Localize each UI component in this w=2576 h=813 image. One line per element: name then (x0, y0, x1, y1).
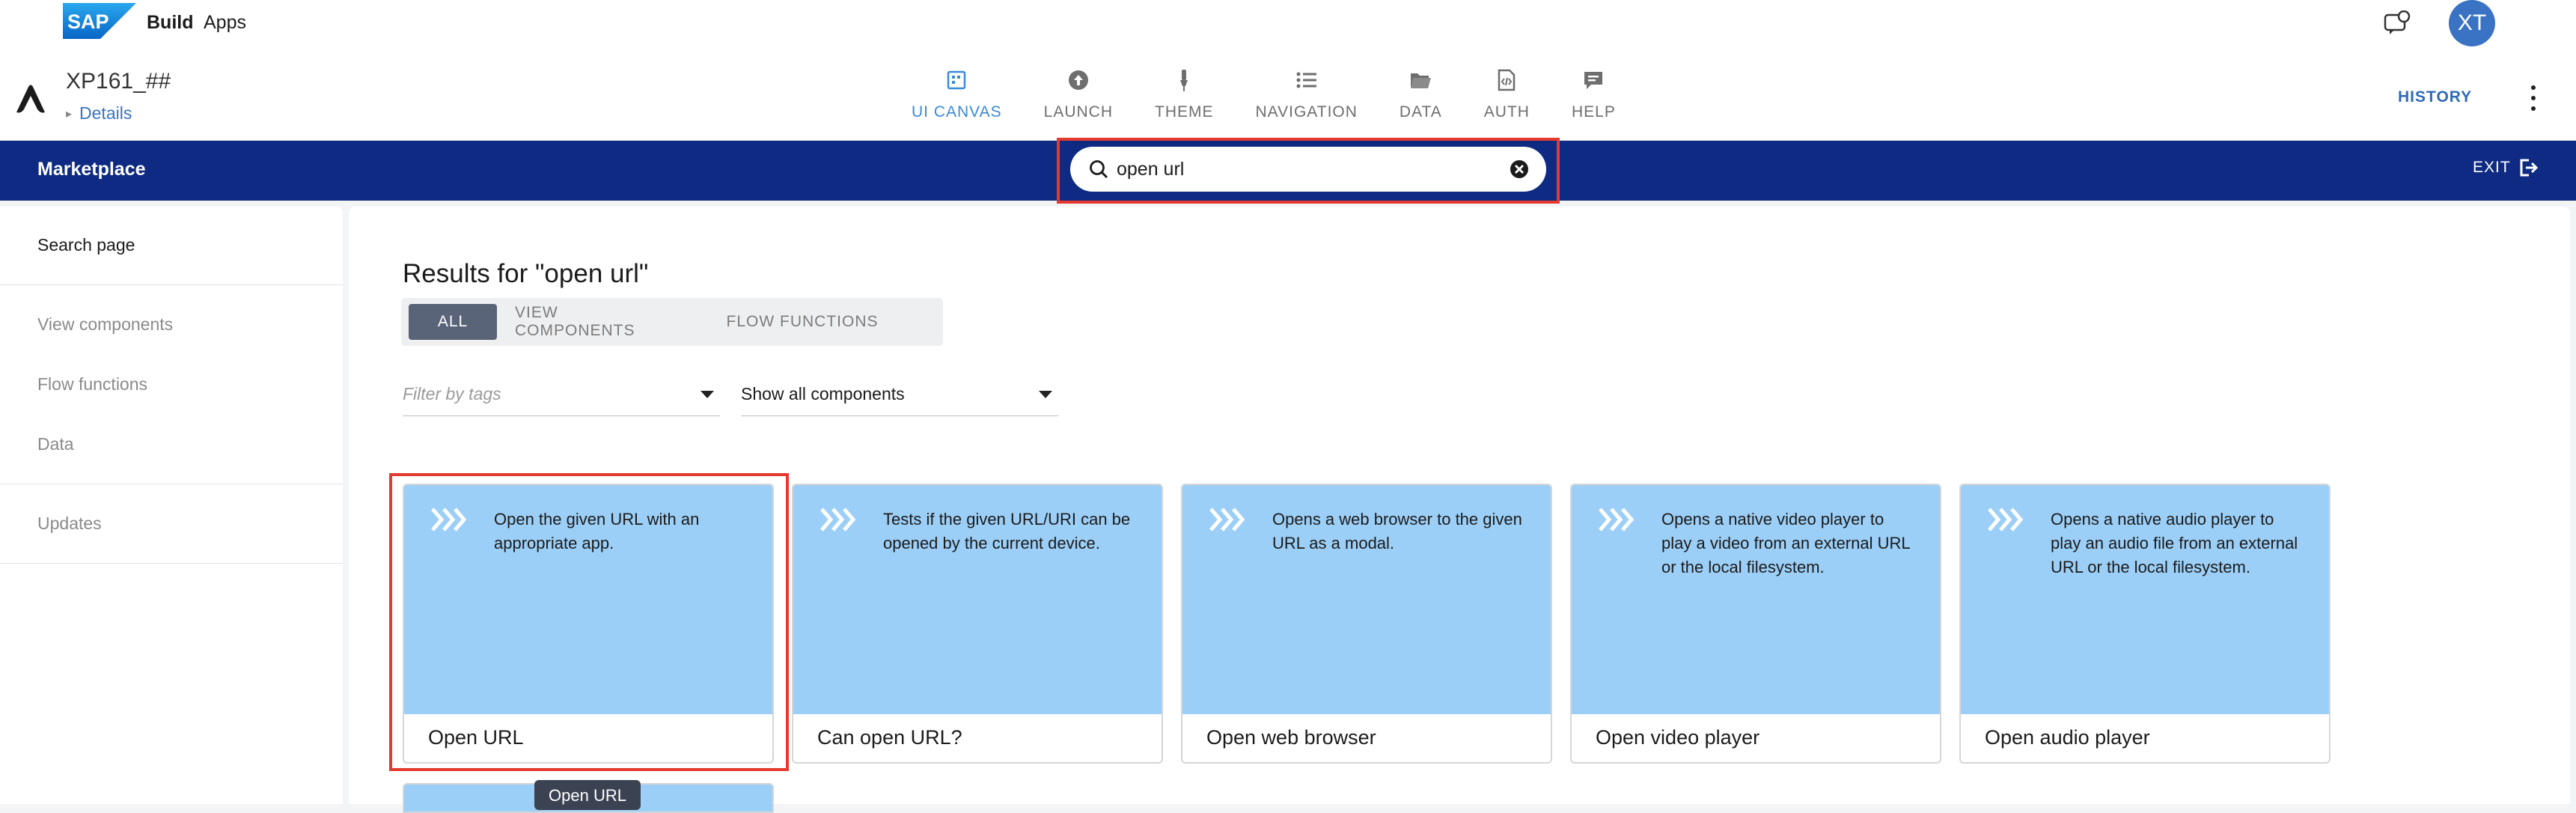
details-link[interactable]: ▸ Details (66, 103, 132, 124)
exit-icon (2520, 159, 2538, 177)
sidebar-item-flow-functions[interactable]: Flow functions (37, 374, 147, 395)
history-button[interactable]: HISTORY (2398, 88, 2472, 106)
card-description: Opens a native video player to play a vi… (1661, 510, 1910, 576)
marketplace-title: Marketplace (37, 159, 146, 180)
tab-all[interactable]: ALL (409, 304, 497, 340)
sidebar-item-data[interactable]: Data (37, 434, 74, 454)
card-title: Can open URL? (817, 726, 962, 749)
app-header: XP161_## ▸ Details UI CANVAS LAUNCH THEM… (0, 46, 2576, 141)
more-options-icon[interactable] (2528, 85, 2539, 111)
brush-icon (1180, 70, 1188, 91)
flow-function-icon (431, 508, 467, 532)
result-card-open-url[interactable]: Open the given URL with an appropriate a… (403, 484, 774, 764)
chevron-down-icon (701, 391, 714, 398)
card-preview: Opens a native video player to play a vi… (1572, 485, 1940, 714)
nav-label: AUTH (1483, 103, 1530, 121)
nav-label: LAUNCH (1043, 103, 1113, 121)
upload-icon (1068, 70, 1088, 90)
filter-tags-placeholder: Filter by tags (403, 384, 501, 404)
nav-launch[interactable]: LAUNCH (1023, 67, 1134, 121)
top-bar: SAP Build Apps XT (0, 0, 2576, 46)
card-title: Open video player (1596, 726, 1760, 749)
help-chat-icon (1584, 72, 1603, 89)
app-logo-icon (16, 85, 45, 113)
nav-label: HELP (1571, 103, 1616, 121)
nav-navigation[interactable]: NAVIGATION (1235, 67, 1379, 121)
search-highlight-frame (1057, 138, 1560, 204)
app-name: XP161_## (66, 69, 171, 94)
exit-label: EXIT (2473, 159, 2511, 176)
marketplace-bar: Marketplace EXIT (0, 138, 2576, 204)
nav-label: UI CANVAS (912, 103, 1002, 121)
card-title: Open audio player (1985, 726, 2150, 749)
chevron-right-icon: ▸ (66, 107, 73, 121)
card-description: Opens a native audio player to play an a… (2051, 510, 2298, 576)
card-preview: Tests if the given URL/URI can be opened… (793, 485, 1162, 714)
brand-apps[interactable]: Apps (204, 12, 246, 34)
brand-build[interactable]: Build (147, 12, 194, 34)
nav-theme[interactable]: THEME (1134, 67, 1235, 121)
sidebar-item-search-page[interactable]: Search page (37, 235, 135, 255)
tooltip: Open URL (534, 780, 641, 810)
main-panel: Results for "open url" ALL VIEW COMPONEN… (349, 207, 2570, 813)
card-preview: Opens a native audio player to play an a… (1961, 485, 2329, 714)
flow-function-icon (820, 508, 856, 532)
card-description: Tests if the given URL/URI can be opened… (883, 510, 1131, 552)
nav-data[interactable]: DATA (1379, 67, 1463, 121)
flow-function-icon (1209, 508, 1245, 532)
divider (0, 284, 343, 285)
nav-label: NAVIGATION (1255, 103, 1358, 121)
clear-search-icon[interactable] (1509, 159, 1530, 180)
details-label: Details (79, 103, 132, 123)
user-avatar[interactable]: XT (2449, 0, 2495, 46)
chevron-down-icon (1039, 391, 1052, 398)
nav-label: DATA (1399, 103, 1442, 121)
card-preview: Opens a web browser to the given URL as … (1182, 485, 1551, 714)
nav-auth[interactable]: AUTH (1463, 67, 1551, 121)
flow-function-icon (1988, 508, 2024, 532)
nav-label: THEME (1155, 103, 1214, 121)
result-tabs: ALL VIEW COMPONENTS FLOW FUNCTIONS (401, 298, 943, 346)
card-description: Open the given URL with an appropriate a… (494, 510, 700, 552)
sidebar: Search page View components Flow functio… (0, 207, 343, 804)
divider (0, 563, 343, 564)
result-card-open-audio-player[interactable]: Opens a native audio player to play an a… (1959, 484, 2331, 764)
result-card-open-video-player[interactable]: Opens a native video player to play a vi… (1570, 484, 1941, 764)
card-description: Opens a web browser to the given URL as … (1272, 510, 1522, 552)
search-input[interactable] (1117, 153, 1476, 186)
sidebar-item-view-components[interactable]: View components (37, 314, 173, 335)
card-title: Open web browser (1206, 726, 1376, 749)
svg-text:SAP: SAP (67, 10, 109, 33)
card-preview: Open the given URL with an appropriate a… (404, 485, 772, 714)
chat-notification-icon[interactable] (2384, 10, 2411, 36)
flow-function-icon (1599, 508, 1635, 532)
canvas-icon (947, 70, 966, 90)
sidebar-item-updates[interactable]: Updates (37, 514, 102, 534)
card-title: Open URL (428, 726, 524, 749)
result-card-can-open-url[interactable]: Tests if the given URL/URI can be opened… (792, 484, 1163, 764)
exit-button[interactable]: EXIT (2473, 159, 2539, 177)
folder-icon (1411, 73, 1432, 88)
list-icon (1296, 72, 1316, 88)
nav-ui-canvas[interactable]: UI CANVAS (891, 67, 1023, 121)
tab-view-components[interactable]: VIEW COMPONENTS (497, 304, 695, 340)
nav-help[interactable]: HELP (1551, 67, 1637, 121)
search-box (1070, 147, 1546, 192)
main-nav: UI CANVAS LAUNCH THEME NAVIGATION DATA A… (891, 67, 1637, 121)
results-title: Results for "open url" (403, 259, 649, 288)
code-file-icon (1498, 69, 1516, 91)
result-card-open-web-browser[interactable]: Opens a web browser to the given URL as … (1181, 484, 1552, 764)
components-select[interactable]: Show all components (741, 373, 1058, 416)
tab-flow-functions[interactable]: FLOW FUNCTIONS (695, 304, 910, 340)
filter-tags-dropdown[interactable]: Filter by tags (403, 373, 720, 416)
search-icon (1090, 160, 1108, 179)
sap-logo[interactable]: SAP (63, 3, 136, 39)
components-select-value: Show all components (741, 384, 905, 404)
